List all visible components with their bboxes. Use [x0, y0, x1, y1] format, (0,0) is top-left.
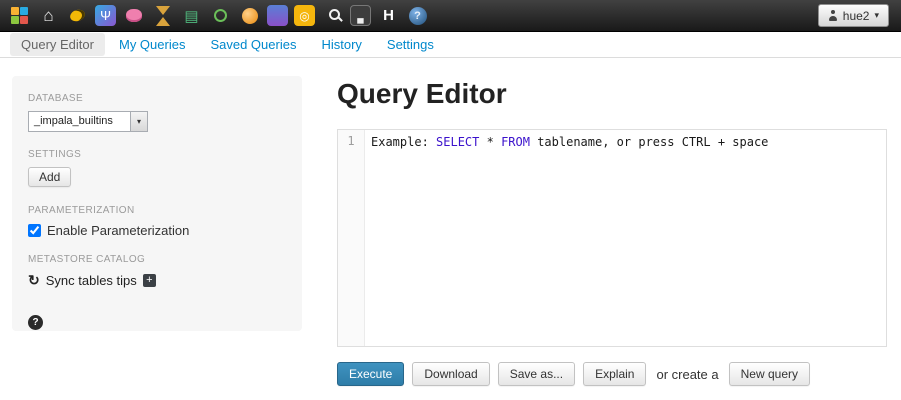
page-content: DATABASE _impala_builtins ▾ SETTINGS Add… [0, 58, 901, 386]
tab-my-queries[interactable]: My Queries [108, 33, 196, 56]
pig-shape-icon [125, 9, 142, 22]
code-text-prefix: Example: [371, 135, 437, 149]
tab-history[interactable]: History [310, 33, 372, 56]
tab-saved-queries[interactable]: Saved Queries [199, 33, 307, 56]
settings-label: SETTINGS [28, 149, 82, 160]
user-name: hue2 [842, 8, 870, 23]
enable-parameterization-checkbox[interactable] [28, 224, 41, 237]
search-icon[interactable] [321, 4, 344, 28]
tab-settings[interactable]: Settings [376, 33, 445, 56]
user-icon [828, 10, 838, 21]
database-label: DATABASE [28, 93, 84, 104]
hue-logo-grid [11, 7, 28, 24]
sql-keyword-from: FROM [501, 135, 530, 149]
help-icon[interactable]: ? [28, 315, 43, 330]
caret-down-icon: ▾ [874, 10, 879, 20]
user-menu-button[interactable]: hue2 ▾ [817, 4, 889, 27]
spark-icon[interactable] [209, 4, 232, 28]
query-editor-main: Query Editor 1 Example: SELECT * FROM ta… [337, 76, 887, 386]
impala-icon[interactable]: Ψ [95, 5, 116, 26]
parameterization-label: PARAMETERIZATION [28, 205, 135, 216]
database-select[interactable]: _impala_builtins ▾ [28, 111, 148, 132]
or-create-a-text: or create a [656, 366, 719, 382]
about-icon[interactable]: ? [406, 4, 429, 28]
query-sidebar: DATABASE _impala_builtins ▾ SETTINGS Add… [12, 76, 302, 331]
home-icon[interactable]: ⌂ [37, 4, 60, 28]
ring-icon [214, 9, 227, 22]
editor-gutter: 1 [338, 130, 365, 346]
tab-bar: Query Editor My Queries Saved Queries Hi… [0, 32, 901, 58]
hive-icon[interactable] [66, 4, 89, 28]
sync-refresh-icon[interactable]: ↻ [28, 272, 40, 289]
new-query-button[interactable]: New query [728, 362, 810, 386]
tab-query-editor[interactable]: Query Editor [10, 33, 105, 56]
sync-tables-label: Sync tables tips [45, 273, 137, 288]
execute-button[interactable]: Execute [337, 362, 405, 386]
zookeeper-icon[interactable]: ◎ [294, 5, 315, 26]
pig-icon[interactable] [122, 4, 145, 28]
editor-code-line: Example: SELECT * FROM tablename, or pre… [365, 130, 886, 346]
explain-button[interactable]: Explain [583, 362, 647, 386]
sqoop-icon[interactable]: ▄ [350, 5, 371, 26]
select-caret-icon: ▾ [130, 112, 147, 131]
enable-parameterization-label: Enable Parameterization [47, 223, 190, 238]
hdfs-icon[interactable]: H [377, 4, 400, 28]
magnifier-icon [328, 8, 340, 20]
query-actions: Execute Download Save as... Explain or c… [337, 362, 887, 386]
page-title: Query Editor [337, 78, 507, 109]
oozie-ball-icon [241, 7, 258, 24]
database-select-value: _impala_builtins [34, 115, 113, 127]
download-button[interactable]: Download [412, 362, 490, 386]
sql-code-editor[interactable]: 1 Example: SELECT * FROM tablename, or p… [337, 129, 887, 347]
sync-tables-row: ↻ Sync tables tips + [28, 272, 286, 289]
top-navbar: ⌂ Ψ ▤ ◎ ▄ H ? hue2 ▾ [0, 0, 901, 32]
code-text-suffix: tablename, or press CTRL + space [529, 135, 769, 149]
save-as-button[interactable]: Save as... [497, 362, 576, 386]
metastore-icon[interactable]: ▤ [180, 4, 203, 28]
hue-logo-icon[interactable] [8, 4, 31, 28]
enable-parameterization-row: Enable Parameterization [28, 223, 286, 238]
hourglass-icon [155, 5, 170, 26]
add-setting-button[interactable]: Add [28, 167, 72, 187]
bee-icon [68, 7, 87, 24]
sql-keyword-select: SELECT [436, 135, 480, 149]
code-text-middle: * [479, 135, 502, 149]
app-launcher-bar: ⌂ Ψ ▤ ◎ ▄ H ? [8, 4, 429, 28]
metastore-catalog-label: METASTORE CATALOG [28, 254, 146, 265]
add-table-icon[interactable]: + [142, 274, 156, 287]
help-sphere-icon: ? [408, 6, 427, 25]
line-number: 1 [347, 134, 355, 148]
oozie-icon[interactable] [238, 4, 261, 28]
job-designer-icon[interactable] [151, 4, 174, 28]
hbase-icon[interactable] [267, 5, 288, 26]
